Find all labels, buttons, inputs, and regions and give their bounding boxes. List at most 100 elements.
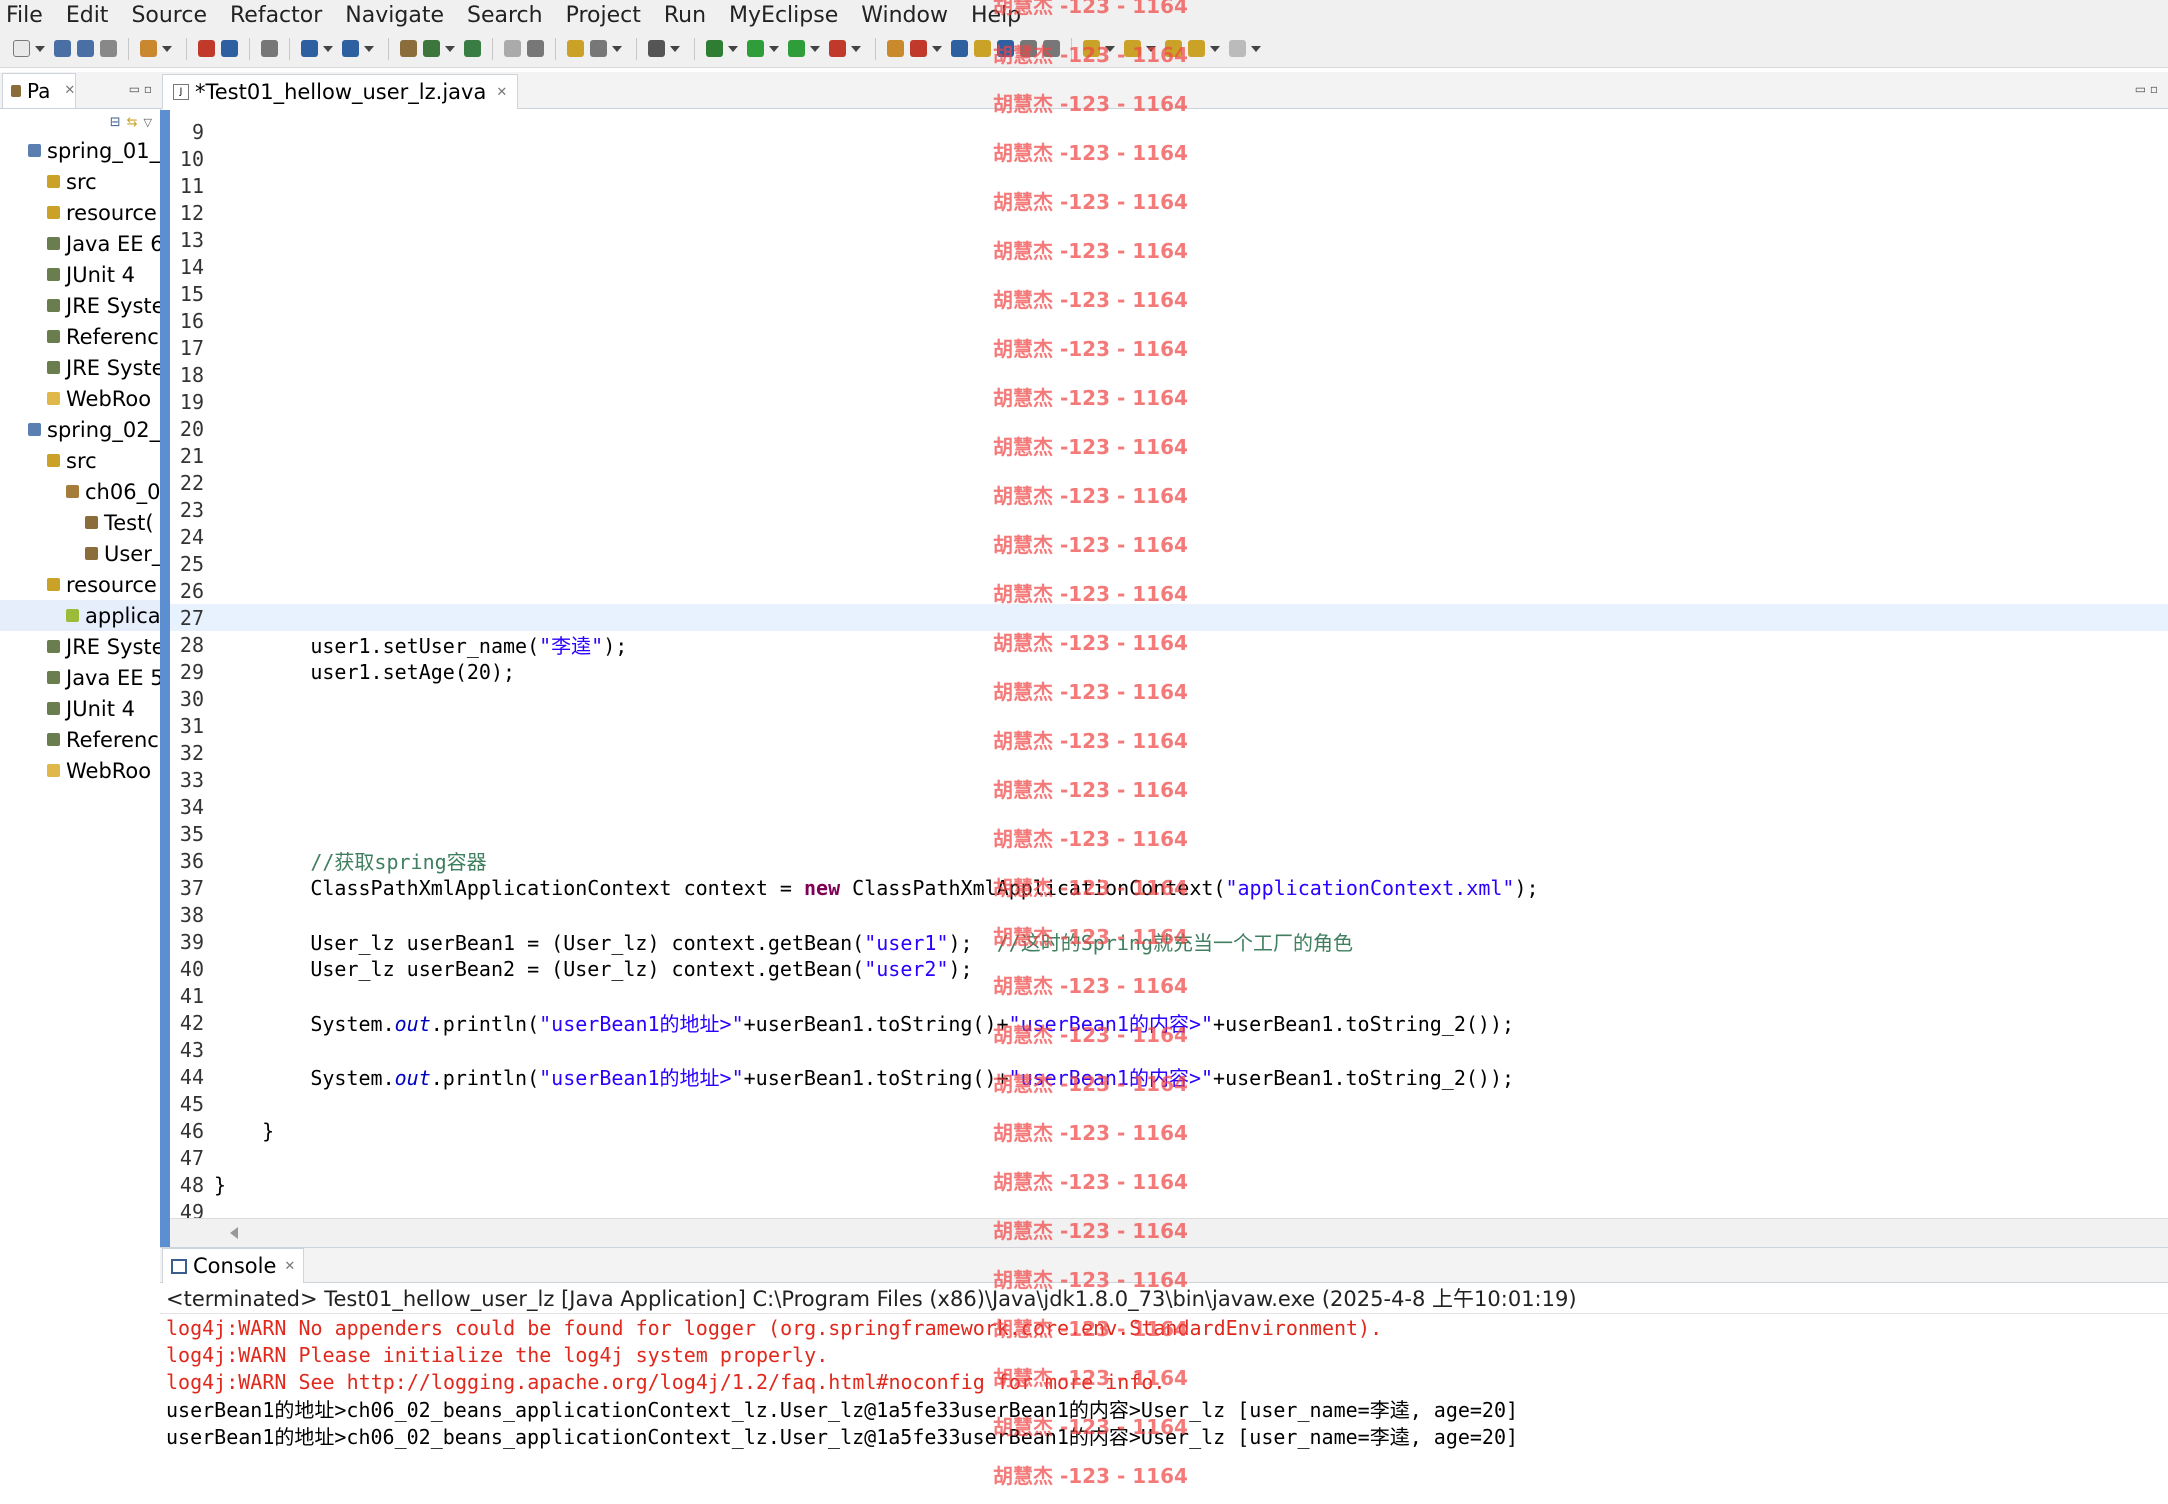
run-icon[interactable] (747, 40, 764, 57)
menu-file[interactable]: File (6, 3, 43, 28)
code-line[interactable]: 42 System.out.println("userBean1的地址>"+us… (170, 1009, 2168, 1037)
tab-package-explorer[interactable]: Pa ✕ (2, 72, 77, 108)
tree-item[interactable]: User_ (0, 538, 160, 569)
close-icon[interactable]: ✕ (64, 83, 75, 98)
tree-item[interactable]: src (0, 166, 160, 197)
dropdown-arrow-icon[interactable] (1146, 45, 1156, 52)
tree-item[interactable]: WebRoo (0, 383, 160, 414)
pilcrow-icon[interactable] (1043, 40, 1060, 57)
code-line[interactable]: 33 (170, 766, 2168, 793)
prev-annotation-icon[interactable] (1124, 40, 1141, 57)
code-line[interactable]: 37 ClassPathXmlApplicationContext contex… (170, 874, 2168, 901)
dropdown-arrow-icon[interactable] (851, 45, 861, 52)
minimize-maximize-icon[interactable]: ▭ ▫ (2135, 82, 2158, 96)
tree-item[interactable]: spring_01_ (0, 135, 160, 166)
dropdown-arrow-icon[interactable] (323, 45, 333, 52)
dropdown-arrow-icon[interactable] (670, 45, 680, 52)
code-line[interactable]: 24 (170, 523, 2168, 550)
tree-item[interactable]: Java EE 6 (0, 228, 160, 259)
tree-item[interactable]: spring_02_ (0, 414, 160, 445)
tree-item[interactable]: Java EE 5 (0, 662, 160, 693)
dropdown-arrow-icon[interactable] (364, 45, 374, 52)
menu-run[interactable]: Run (664, 3, 706, 28)
menu-edit[interactable]: Edit (66, 3, 109, 28)
code-line[interactable]: 46 } (170, 1117, 2168, 1144)
dropdown-arrow-icon[interactable] (35, 45, 45, 52)
save-all-icon[interactable] (77, 40, 94, 57)
tree-item[interactable]: WebRoo (0, 755, 160, 786)
dropdown-arrow-icon[interactable] (162, 45, 172, 52)
code-line[interactable]: 43 (170, 1036, 2168, 1063)
open-perspective-icon[interactable] (648, 40, 665, 57)
code-line[interactable]: 18 (170, 361, 2168, 388)
menu-myeclipse[interactable]: MyEclipse (729, 3, 838, 28)
server-icon[interactable] (198, 40, 215, 57)
code-line[interactable]: 15 (170, 280, 2168, 307)
dropdown-arrow-icon[interactable] (1210, 45, 1220, 52)
print-icon[interactable] (100, 40, 117, 57)
menu-window[interactable]: Window (861, 3, 948, 28)
code-line[interactable]: 20 (170, 415, 2168, 442)
code-line[interactable]: 16 (170, 307, 2168, 334)
code-line[interactable]: 47 (170, 1144, 2168, 1171)
minimize-maximize-icon[interactable]: ▭ ▫ (129, 82, 152, 96)
menu-source[interactable]: Source (131, 3, 207, 28)
save-icon[interactable] (54, 40, 71, 57)
dropdown-arrow-icon[interactable] (445, 45, 455, 52)
code-line[interactable]: 23 (170, 496, 2168, 523)
dropdown-arrow-icon[interactable] (932, 45, 942, 52)
toggle-icon[interactable] (504, 40, 521, 57)
new-wizard-icon[interactable] (140, 40, 157, 57)
console-icon[interactable] (261, 40, 278, 57)
code-line[interactable]: 21 (170, 442, 2168, 469)
db-icon[interactable] (951, 40, 968, 57)
horizontal-scrollbar[interactable] (170, 1218, 2168, 1247)
console-output[interactable]: log4j:WARN No appenders could be found f… (160, 1314, 2168, 1450)
code-line[interactable]: 38 (170, 901, 2168, 928)
code-line[interactable]: 39 User_lz userBean1 = (User_lz) context… (170, 928, 2168, 956)
code-line[interactable]: 36 //获取spring容器 (170, 847, 2168, 875)
toggle-mark-icon[interactable] (974, 40, 991, 57)
code-line[interactable]: 10 (170, 145, 2168, 172)
code-line[interactable]: 26 (170, 577, 2168, 604)
tree-item[interactable]: JRE Syste (0, 631, 160, 662)
browser-icon[interactable] (910, 40, 927, 57)
code-line[interactable]: 41 (170, 982, 2168, 1009)
menu-project[interactable]: Project (566, 3, 641, 28)
menu-help[interactable]: Help (971, 3, 1021, 28)
build-icon[interactable] (1020, 40, 1037, 57)
code-line[interactable]: 34 (170, 793, 2168, 820)
code-line[interactable]: 32 (170, 739, 2168, 766)
code-line[interactable]: 31 (170, 712, 2168, 739)
tree-item[interactable]: JUnit 4 (0, 259, 160, 290)
code-line[interactable]: 12 (170, 199, 2168, 226)
code-line[interactable]: 27 (170, 604, 2168, 631)
close-icon[interactable]: ✕ (284, 1259, 295, 1274)
tree-item[interactable]: resource (0, 197, 160, 228)
scroll-left-icon[interactable] (230, 1227, 238, 1239)
code-line[interactable]: 11 (170, 172, 2168, 199)
new-class-icon[interactable] (423, 40, 440, 57)
code-line[interactable]: 45 (170, 1090, 2168, 1117)
code-editor[interactable]: 9 10 11 12 13 14 15 16 17 18 19 20 21 22 23 24 25 26 27 28 … (170, 118, 2168, 1225)
code-line[interactable]: 28 user1.setUser_name("李逵"); (170, 631, 2168, 659)
tree-item[interactable]: JUnit 4 (0, 693, 160, 724)
globe-icon[interactable] (464, 40, 481, 57)
code-line[interactable]: 48} (170, 1171, 2168, 1198)
view-menu-icon[interactable]: ▽ (144, 116, 152, 129)
tab-test01-java[interactable]: J *Test01_hellow_user_lz.java ✕ (162, 74, 519, 109)
new-package-icon[interactable] (400, 40, 417, 57)
task-icon[interactable] (590, 40, 607, 57)
dropdown-arrow-icon[interactable] (1251, 45, 1261, 52)
dropdown-arrow-icon[interactable] (1105, 45, 1115, 52)
code-line[interactable]: 14 (170, 253, 2168, 280)
tree-item[interactable]: src (0, 445, 160, 476)
dropdown-arrow-icon[interactable] (810, 45, 820, 52)
back-icon[interactable] (1188, 40, 1205, 57)
code-line[interactable]: 44 System.out.println("userBean1的地址>"+us… (170, 1063, 2168, 1091)
tree-item[interactable]: Referenc (0, 321, 160, 352)
link-editor-icon[interactable]: ⇆ (127, 115, 138, 130)
edit-icon[interactable] (567, 40, 584, 57)
code-line[interactable]: 13 (170, 226, 2168, 253)
search-icon[interactable] (342, 40, 359, 57)
